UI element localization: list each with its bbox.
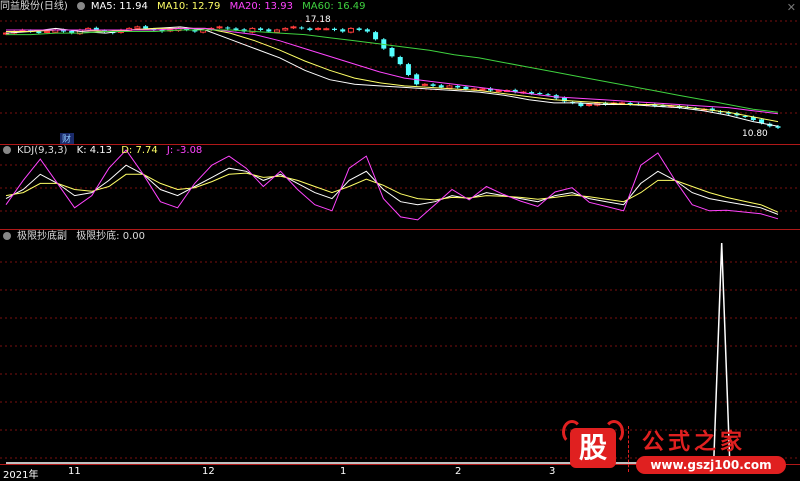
brand-url: www.gszj100.com	[636, 456, 786, 474]
candle-body	[446, 85, 453, 89]
stock-title: 同益股份(日线)	[0, 1, 68, 12]
candle-body	[225, 27, 231, 29]
candle-body	[347, 27, 354, 33]
high-price-label: 17.18	[305, 15, 331, 25]
kdj-k-label: K: 4.13	[76, 145, 113, 156]
candle-body	[143, 26, 149, 29]
candle-body	[455, 85, 461, 88]
kdj-title: KDJ(9,3,3)	[17, 145, 68, 156]
candle-body	[323, 28, 330, 31]
ma-line-ma5	[5, 26, 779, 127]
ma10-label: MA10: 12.79	[157, 1, 221, 12]
ma20-label: MA20: 13.93	[229, 1, 293, 12]
brand-name: 公式之家	[642, 430, 747, 455]
candle-body	[332, 28, 338, 30]
candle-body	[405, 64, 411, 75]
main-panel-header: 同益股份(日线) MA5: 11.94 MA10: 12.79 MA20: 13.…	[0, 0, 372, 14]
candle-body	[307, 28, 313, 30]
candle-body	[233, 28, 239, 30]
candle-body	[586, 104, 593, 106]
kdj-lines	[5, 149, 779, 221]
axis-tick: 12	[202, 466, 215, 477]
low-price-label: 10.80	[742, 129, 768, 139]
kdj-panel-header: KDJ(9,3,3) K: 4.13 D: 7.74 J: -3.08	[0, 144, 208, 158]
ma60-label: MA60: 16.49	[302, 1, 366, 12]
candle-body	[299, 27, 305, 29]
ma-line-ma60	[6, 29, 779, 113]
candle-body	[438, 85, 444, 88]
indicator-settings-icon[interactable]	[3, 232, 11, 240]
candle-body	[463, 86, 469, 89]
kdj-d-label: D: 7.74	[121, 145, 158, 156]
candle-body	[479, 88, 486, 91]
candle-body	[356, 28, 362, 30]
candle-body	[364, 29, 370, 32]
watermark-divider	[628, 426, 629, 472]
watermark: 股 公式之家 www.gszj100.com	[562, 420, 788, 478]
candle-body	[340, 29, 346, 32]
settings-icon[interactable]	[76, 2, 85, 10]
candle-body	[545, 94, 551, 96]
close-icon[interactable]: ✕	[787, 1, 796, 14]
candle-body	[290, 26, 297, 29]
candle-body	[430, 84, 436, 86]
kdj-j-label: J: -3.08	[166, 145, 203, 156]
candle-body	[537, 93, 543, 95]
kdj-line-d	[5, 172, 779, 213]
candle-body	[421, 83, 428, 86]
kdj-settings-icon[interactable]	[3, 146, 11, 154]
candle-body	[266, 29, 272, 32]
moving-averages	[5, 26, 779, 127]
brand-logo: 股	[562, 420, 624, 476]
candle-body	[373, 32, 379, 40]
kdj-line-j	[5, 149, 779, 221]
candle-body	[397, 56, 403, 65]
candle-body	[134, 26, 141, 29]
indicator-title: 极限抄底副	[17, 231, 67, 242]
axis-tick: 2	[455, 466, 462, 477]
candle-body	[495, 90, 502, 93]
candle-body	[44, 31, 51, 34]
ma-line-ma20	[6, 27, 779, 115]
candle-body	[775, 126, 781, 128]
axis-tick: 2021年	[3, 470, 39, 481]
candle-body	[258, 28, 264, 30]
candle-body	[389, 47, 395, 57]
axis-tick: 11	[68, 466, 81, 477]
logo-char: 股	[570, 428, 616, 468]
candle-body	[274, 29, 281, 33]
indicator-panel-header: 极限抄底副 极限抄底: 0.00	[0, 230, 151, 244]
indicator-value: 极限抄底: 0.00	[76, 231, 146, 242]
axis-tick: 1	[340, 466, 347, 477]
ma5-label: MA5: 11.94	[90, 1, 148, 12]
candle-body	[36, 31, 42, 34]
candle-body	[282, 27, 289, 31]
candle-body	[315, 27, 322, 30]
candle-body	[216, 26, 223, 29]
axis-tick: 3	[549, 466, 556, 477]
